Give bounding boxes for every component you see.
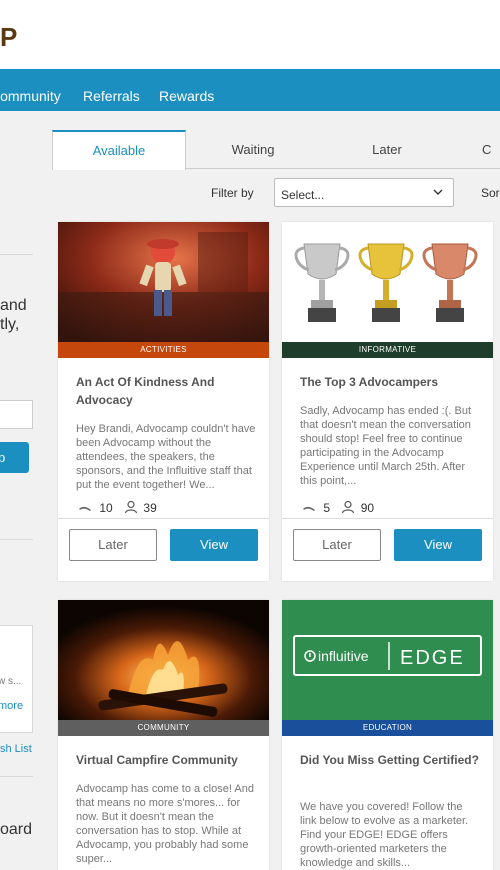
sidebar-button[interactable]: p [0,442,29,473]
user-icon [124,500,138,514]
card-stats: 10 39 [78,500,157,515]
points-count: 5 [323,501,331,515]
card-title[interactable]: An Act Of Kindness And Advocacy [76,373,256,409]
sidebar-divider [0,776,33,777]
brand-logo[interactable]: P [0,22,18,53]
card-image: influitive EDGE [282,600,493,720]
image-edge-text: EDGE [400,647,465,669]
card-image [282,222,493,342]
image-logo-text: influitive [318,648,369,664]
card-title[interactable]: The Top 3 Advocampers [300,373,480,391]
points-icon [303,506,315,511]
sidebar-card: w s... more [0,625,33,733]
card-image [58,600,269,720]
view-button[interactable]: View [394,529,482,561]
card-description: Sadly, Advocamp has ended :(. But that d… [300,405,472,487]
card-divider [58,518,269,519]
filter-select-value: Select... [281,188,325,202]
top-header: P [0,0,500,69]
card-category: INFORMATIVE [282,342,493,358]
challenge-card[interactable]: INFORMATIVE The Top 3 Advocampers Sadly,… [282,222,493,581]
card-title[interactable]: Did You Miss Getting Certified? [300,751,480,769]
card-stats: 5 90 [302,500,374,515]
card-category: COMMUNITY [58,720,269,736]
later-button[interactable]: Later [69,529,157,561]
filter-label: Filter by [211,186,254,200]
sidebar-divider [0,254,33,255]
sidebar-card-text: w s... [0,676,22,687]
card-divider [282,518,493,519]
nav-item-community[interactable]: Community [0,88,61,104]
chevron-down-icon [433,189,443,195]
card-description: Hey Brandi, Advocamp couldn't have been … [76,423,256,491]
nav-item-referrals[interactable]: Referrals [83,88,140,104]
challenge-tabs: Available Waiting Later C [52,130,500,170]
user-icon [342,500,355,514]
sidebar-input[interactable] [0,400,33,429]
points-count: 10 [99,501,113,515]
filter-select[interactable]: Select... [274,178,454,207]
card-image [58,222,269,342]
tab-completed[interactable]: C [482,130,500,169]
challenge-card[interactable]: ACTIVITIES An Act Of Kindness And Advoca… [58,222,269,581]
later-button[interactable]: Later [293,529,381,561]
card-title[interactable]: Virtual Campfire Community [76,751,256,769]
challenge-card[interactable]: COMMUNITY Virtual Campfire Community Adv… [58,600,269,870]
card-category: ACTIVITIES [58,342,269,358]
card-category: EDUCATION [282,720,493,736]
participants-count: 39 [143,501,157,515]
tab-available[interactable]: Available [52,130,186,170]
card-description: Advocamp has come to a close! And that m… [76,783,254,865]
sidebar-text: oard [0,821,33,838]
sidebar-text: and [0,297,27,314]
participants-count: 90 [360,501,375,515]
challenge-card[interactable]: influitive EDGE EDUCATION Did You Miss G… [282,600,493,870]
sidebar-divider [0,539,33,540]
points-icon [79,506,91,511]
sidebar-text: tly, [0,316,20,333]
tab-later[interactable]: Later [320,130,454,169]
view-button[interactable]: View [170,529,258,561]
sort-label[interactable]: Sor [481,186,500,200]
main-nav: Community Referrals Rewards [0,69,500,111]
tab-waiting[interactable]: Waiting [186,130,320,169]
sidebar-card-link[interactable]: more [0,700,23,712]
card-description: We have you covered! Follow the link bel… [300,801,469,869]
nav-item-rewards[interactable]: Rewards [159,88,214,104]
sidebar-list-link[interactable]: sh List [0,743,32,755]
